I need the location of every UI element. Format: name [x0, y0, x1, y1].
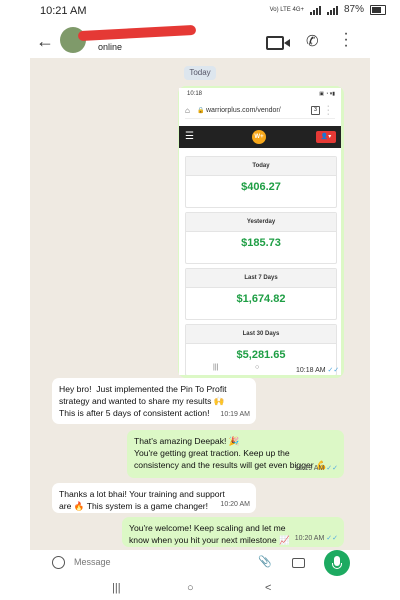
home-button-icon[interactable]: ○	[187, 582, 194, 594]
emoji-icon[interactable]	[52, 556, 65, 569]
message-time: 10:20 AM	[220, 501, 250, 508]
system-nav-bar: ||| ○ <	[0, 578, 400, 600]
message-text: Hey bro! Just implemented the Pin To Pro…	[59, 384, 227, 418]
redacted-contact-name	[77, 24, 197, 42]
screenshot-status-time: 10:18	[187, 91, 203, 97]
stat-label: Today	[186, 157, 336, 176]
stat-card-last-7-days: Last 7 Days $1,674.82	[185, 268, 337, 320]
message-time: 10:20 AM	[294, 535, 325, 542]
stat-label: Yesterday	[186, 213, 336, 232]
browser-address-bar: ⌂ 🔒 warriorplus.com/vendor/ 3 · · ·	[185, 103, 335, 119]
message-input[interactable]: Message	[74, 557, 111, 567]
read-receipt-icon: ✓✓	[327, 367, 340, 374]
user-menu-icon: 👤▾	[316, 131, 336, 143]
message-bubble-incoming[interactable]: Hey bro! Just implemented the Pin To Pro…	[52, 378, 256, 424]
screenshot-home-icon: ○	[255, 364, 260, 371]
stat-value: $185.73	[241, 237, 281, 249]
message-time: 10:18 AM	[296, 367, 326, 374]
message-composer[interactable]: Message 📎	[44, 552, 316, 574]
screenshot-status-icons: ▣ ◔ ▾▮	[319, 91, 335, 97]
battery-icon	[370, 4, 386, 15]
image-message-meta: 10:18 AM ✓✓	[296, 366, 339, 374]
back-icon[interactable]: <	[265, 582, 271, 594]
message-text: You're welcome! Keep scaling and let me …	[129, 523, 290, 545]
mic-icon	[332, 556, 342, 569]
more-options-icon[interactable]: · · ·	[343, 26, 349, 54]
contact-status: online	[98, 42, 123, 52]
lock-icon: 🔒	[197, 108, 205, 114]
stat-card-yesterday: Yesterday $185.73	[185, 212, 337, 264]
back-arrow-icon[interactable]: ←	[36, 31, 54, 52]
signal-icon-2	[326, 5, 338, 15]
message-text: Thanks a lot bhai! Your training and sup…	[59, 489, 225, 511]
stat-value: $406.27	[241, 181, 281, 193]
stat-value: $1,674.82	[236, 293, 286, 305]
site-navbar: ☰ W+ 👤▾	[179, 126, 341, 148]
video-call-icon[interactable]	[266, 36, 290, 50]
message-bubble-outgoing[interactable]: That's amazing Deepak! 🎉 You're getting …	[127, 430, 344, 478]
recents-icon[interactable]: |||	[112, 582, 121, 594]
message-bubble-outgoing[interactable]: You're welcome! Keep scaling and let me …	[122, 517, 344, 547]
chat-header: ← online ✆ · · ·	[0, 24, 400, 58]
stat-card-today: Today $406.27	[185, 156, 337, 208]
phone-icon[interactable]: ✆	[306, 32, 319, 50]
battery-percent: 87%	[343, 4, 364, 15]
hamburger-menu-icon: ☰	[185, 131, 194, 142]
stat-label: Last 7 Days	[186, 269, 336, 288]
message-time: 10:19 AM	[220, 411, 250, 418]
message-time: 10:19 AM	[294, 465, 325, 472]
message-meta: 10:19 AM ✓✓	[295, 463, 338, 475]
tabs-count-icon: 3	[311, 106, 320, 115]
network-indicator: Vo) LTE 4G+	[269, 6, 304, 13]
status-bar: 10:21 AM Vo) LTE 4G+ 87%	[0, 0, 400, 24]
message-bubble-incoming[interactable]: Thanks a lot bhai! Your training and sup…	[52, 483, 256, 513]
status-time: 10:21 AM	[40, 5, 87, 17]
signal-icon	[309, 5, 321, 15]
browser-menu-icon: · · ·	[327, 103, 330, 118]
read-receipt-icon: ✓✓	[326, 535, 338, 542]
home-icon: ⌂	[185, 106, 190, 115]
camera-icon[interactable]	[292, 558, 305, 568]
screenshot-recents-icon: |||	[213, 364, 219, 371]
attach-icon[interactable]: 📎	[258, 555, 272, 568]
date-chip: Today	[184, 66, 216, 80]
stat-value: $5,281.65	[236, 349, 286, 361]
shared-screenshot[interactable]: 10:18 ▣ ◔ ▾▮ ⌂ 🔒 warriorplus.com/vendor/…	[179, 88, 341, 375]
message-meta: 10:20 AM ✓✓	[295, 533, 338, 545]
browser-url: warriorplus.com/vendor/	[206, 107, 281, 114]
mic-button[interactable]	[324, 550, 350, 576]
stat-label: Last 30 Days	[186, 325, 336, 344]
warriorplus-logo: W+	[252, 130, 266, 144]
read-receipt-icon: ✓✓	[326, 465, 338, 472]
